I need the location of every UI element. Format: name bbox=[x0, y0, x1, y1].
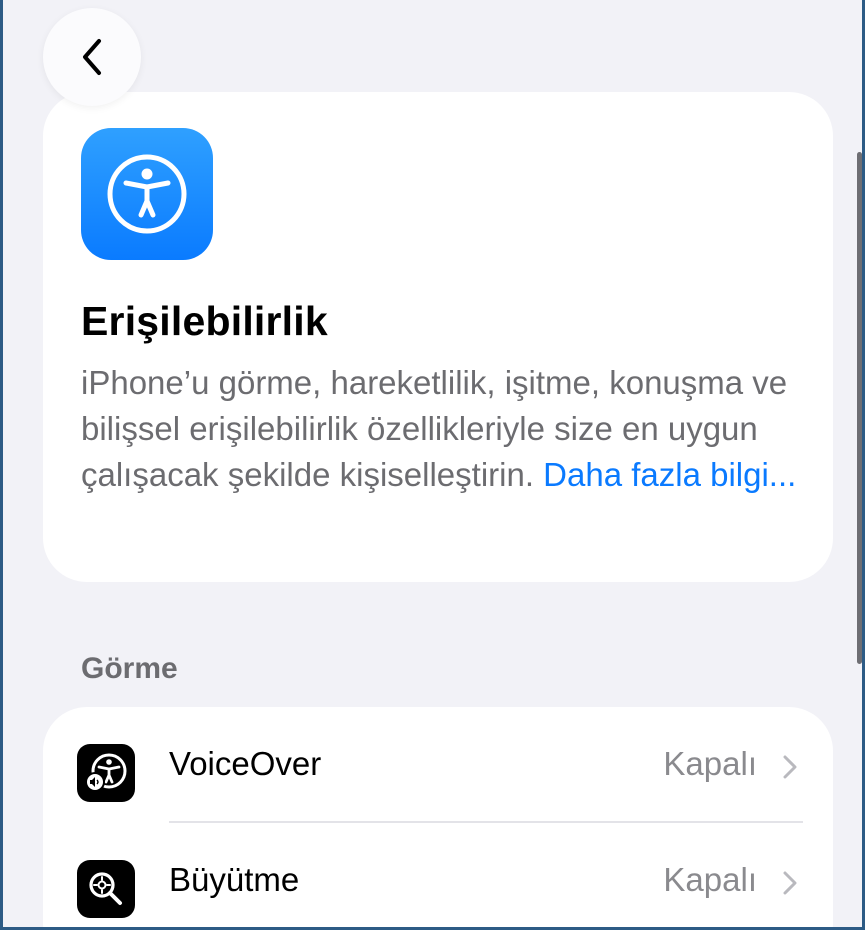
header-card: Erişilebilirlik iPhone’u görme, hareketl… bbox=[43, 92, 833, 582]
list-item-label: Büyütme bbox=[169, 861, 300, 898]
accessibility-settings-screen: Erişilebilirlik iPhone’u görme, hareketl… bbox=[3, 0, 862, 927]
learn-more-link[interactable]: Daha fazla bilgi... bbox=[543, 456, 796, 493]
back-button[interactable] bbox=[43, 8, 141, 106]
page-description: iPhone’u görme, hareketlilik, işitme, ko… bbox=[81, 360, 801, 498]
list-item-value: Kapalı bbox=[663, 745, 757, 782]
accessibility-icon bbox=[81, 128, 213, 260]
chevron-right-icon bbox=[783, 871, 797, 895]
list-item-zoom[interactable]: Büyütme Kapalı bbox=[43, 823, 833, 927]
list-item-voiceover[interactable]: VoiceOver Kapalı bbox=[43, 707, 833, 823]
chevron-left-icon bbox=[83, 39, 101, 75]
zoom-icon bbox=[77, 860, 135, 918]
page-title: Erişilebilirlik bbox=[81, 298, 328, 344]
section-header-vision: Görme bbox=[81, 652, 178, 685]
voiceover-icon bbox=[77, 744, 135, 802]
chevron-right-icon bbox=[783, 755, 797, 779]
list-item-label: VoiceOver bbox=[169, 745, 322, 782]
scrollbar[interactable] bbox=[857, 152, 862, 664]
list-item-value: Kapalı bbox=[663, 861, 757, 898]
vision-settings-list: VoiceOver Kapalı Büyütme Kapalı bbox=[43, 707, 833, 927]
